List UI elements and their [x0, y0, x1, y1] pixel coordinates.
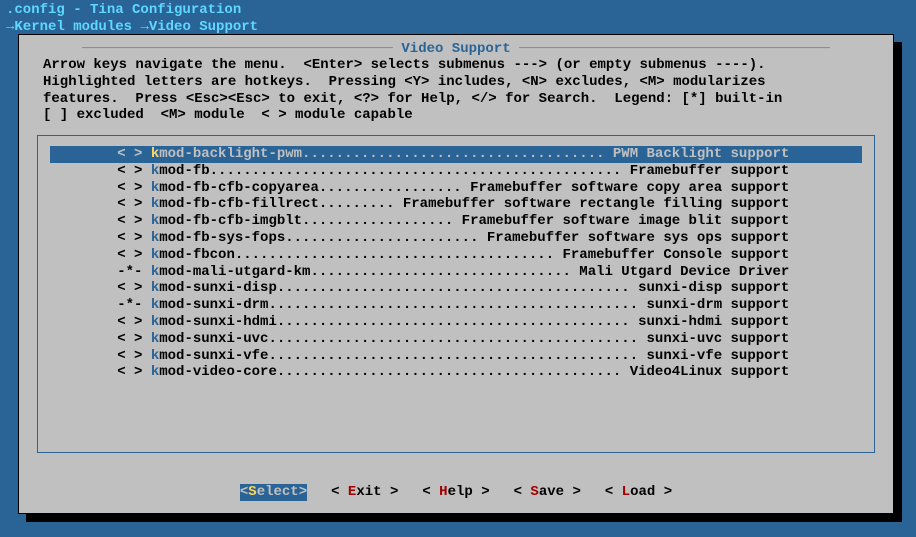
button-hotkey: L — [622, 484, 630, 500]
menu-item-mod-backlight-pwm[interactable]: < > kmod-backlight-pwm..................… — [50, 146, 862, 163]
button-hotkey: S — [530, 484, 538, 500]
menu-item-text: mod-fb-cfb-fillrect......... Framebuffer… — [159, 196, 789, 212]
menu-item-mod-sunxi-hdmi[interactable]: < > kmod-sunxi-hdmi.....................… — [50, 314, 862, 331]
dialog-title: ───────────────────────────────────── Vi… — [29, 41, 883, 58]
menu-item-text: mod-fb-cfb-imgblt.................. Fram… — [159, 213, 789, 229]
menu-item-text: mod-sunxi-uvc...........................… — [159, 331, 789, 347]
menu-item-mod-fbcon[interactable]: < > kmod-fbcon..........................… — [50, 247, 862, 264]
menu-item-mod-sunxi-disp[interactable]: < > kmod-sunxi-disp.....................… — [50, 280, 862, 297]
menu-item-mod-fb[interactable]: < > kmod-fb.............................… — [50, 163, 862, 180]
instructions: Arrow keys navigate the menu. <Enter> se… — [43, 57, 869, 124]
menu-item-marker[interactable]: < > — [117, 230, 151, 246]
window-title: .config - Tina Configuration — [0, 0, 916, 19]
breadcrumb-part-0[interactable]: Kernel modules — [14, 19, 132, 35]
menu-item-text: mod-fb..................................… — [159, 163, 789, 179]
menu-item-hotkey: k — [151, 364, 159, 380]
menu-item-marker[interactable]: < > — [117, 314, 151, 330]
menu-item-marker[interactable]: < > — [117, 213, 151, 229]
menu-item-hotkey: k — [151, 331, 159, 347]
button-bar: <Select> < Exit > < Help > < Save > < Load > — [19, 484, 893, 501]
menu-item-marker[interactable]: < > — [117, 348, 151, 364]
menu-item-marker[interactable]: < > — [117, 180, 151, 196]
menu-item-mod-fb-cfb-imgblt[interactable]: < > kmod-fb-cfb-imgblt..................… — [50, 213, 862, 230]
menu-item-hotkey: k — [151, 280, 159, 296]
button-hotkey: S — [248, 484, 256, 500]
menu-item-text: mod-sunxi-drm...........................… — [159, 297, 789, 313]
menu-item-mod-sunxi-vfe[interactable]: < > kmod-sunxi-vfe......................… — [50, 348, 862, 365]
button-label-rest: elect — [257, 484, 299, 500]
button-label-rest: ave — [539, 484, 564, 500]
menu-item-hotkey: k — [151, 314, 159, 330]
button-hotkey: H — [439, 484, 447, 500]
menu-item-hotkey: k — [151, 196, 159, 212]
button-label-rest: oad — [630, 484, 655, 500]
menu-item-hotkey: k — [151, 264, 159, 280]
menu-item-text: mod-fbcon...............................… — [159, 247, 789, 263]
button-label-rest: elp — [448, 484, 473, 500]
menu-item-hotkey: k — [151, 247, 159, 263]
menu-item-mod-sunxi-drm[interactable]: -*- kmod-sunxi-drm......................… — [50, 297, 862, 314]
menu-item-text: mod-mali-utgard-km......................… — [159, 264, 789, 280]
menu-item-marker[interactable]: < > — [117, 146, 151, 162]
menu-item-text: mod-backlight-pwm.......................… — [159, 146, 789, 162]
menu-item-mod-sunxi-uvc[interactable]: < > kmod-sunxi-uvc......................… — [50, 331, 862, 348]
menu-item-hotkey: k — [151, 180, 159, 196]
menu-item-hotkey: k — [151, 230, 159, 246]
menu-item-text: mod-fb-sys-fops....................... F… — [159, 230, 789, 246]
menu-item-mod-video-core[interactable]: < > kmod-video-core.....................… — [50, 364, 862, 381]
menu-item-hotkey: k — [151, 213, 159, 229]
menu-item-marker[interactable]: < > — [117, 280, 151, 296]
breadcrumb-arrow-2: → — [140, 19, 148, 35]
menu-item-marker[interactable]: < > — [117, 331, 151, 347]
menu-item-hotkey: k — [151, 146, 159, 162]
load-button[interactable]: < Load > — [605, 484, 672, 501]
menu-item-hotkey: k — [151, 297, 159, 313]
menu-item-marker[interactable]: -*- — [117, 264, 151, 280]
menu-item-hotkey: k — [151, 348, 159, 364]
menu-item-marker[interactable]: < > — [117, 163, 151, 179]
button-label-rest: xit — [356, 484, 381, 500]
menu-item-marker[interactable]: < > — [117, 196, 151, 212]
menu-item-mod-fb-cfb-copyarea[interactable]: < > kmod-fb-cfb-copyarea................… — [50, 180, 862, 197]
help-button[interactable]: < Help > — [422, 484, 489, 501]
exit-button[interactable]: < Exit > — [331, 484, 398, 501]
dialog: ───────────────────────────────────── Vi… — [18, 34, 894, 514]
select-button[interactable]: <Select> — [240, 484, 307, 501]
menu-item-text: mod-fb-cfb-copyarea................. Fra… — [159, 180, 789, 196]
menu-item-marker[interactable]: < > — [117, 247, 151, 263]
menu-item-marker[interactable]: < > — [117, 364, 151, 380]
menu-list[interactable]: < > kmod-backlight-pwm..................… — [37, 135, 875, 453]
menu-item-text: mod-sunxi-disp..........................… — [159, 280, 789, 296]
menu-item-text: mod-video-core..........................… — [159, 364, 789, 380]
menu-item-mod-fb-sys-fops[interactable]: < > kmod-fb-sys-fops....................… — [50, 230, 862, 247]
menu-item-text: mod-sunxi-vfe...........................… — [159, 348, 789, 364]
menu-item-hotkey: k — [151, 163, 159, 179]
save-button[interactable]: < Save > — [514, 484, 581, 501]
breadcrumb-part-1[interactable]: Video Support — [149, 19, 258, 35]
terminal-screen: .config - Tina Configuration → Kernel mod… — [0, 0, 916, 537]
menu-item-marker[interactable]: -*- — [117, 297, 151, 313]
menu-item-text: mod-sunxi-hdmi..........................… — [159, 314, 789, 330]
menu-item-mod-fb-cfb-fillrect[interactable]: < > kmod-fb-cfb-fillrect......... Frameb… — [50, 196, 862, 213]
menu-item-mod-mali-utgard-km[interactable]: -*- kmod-mali-utgard-km.................… — [50, 264, 862, 281]
